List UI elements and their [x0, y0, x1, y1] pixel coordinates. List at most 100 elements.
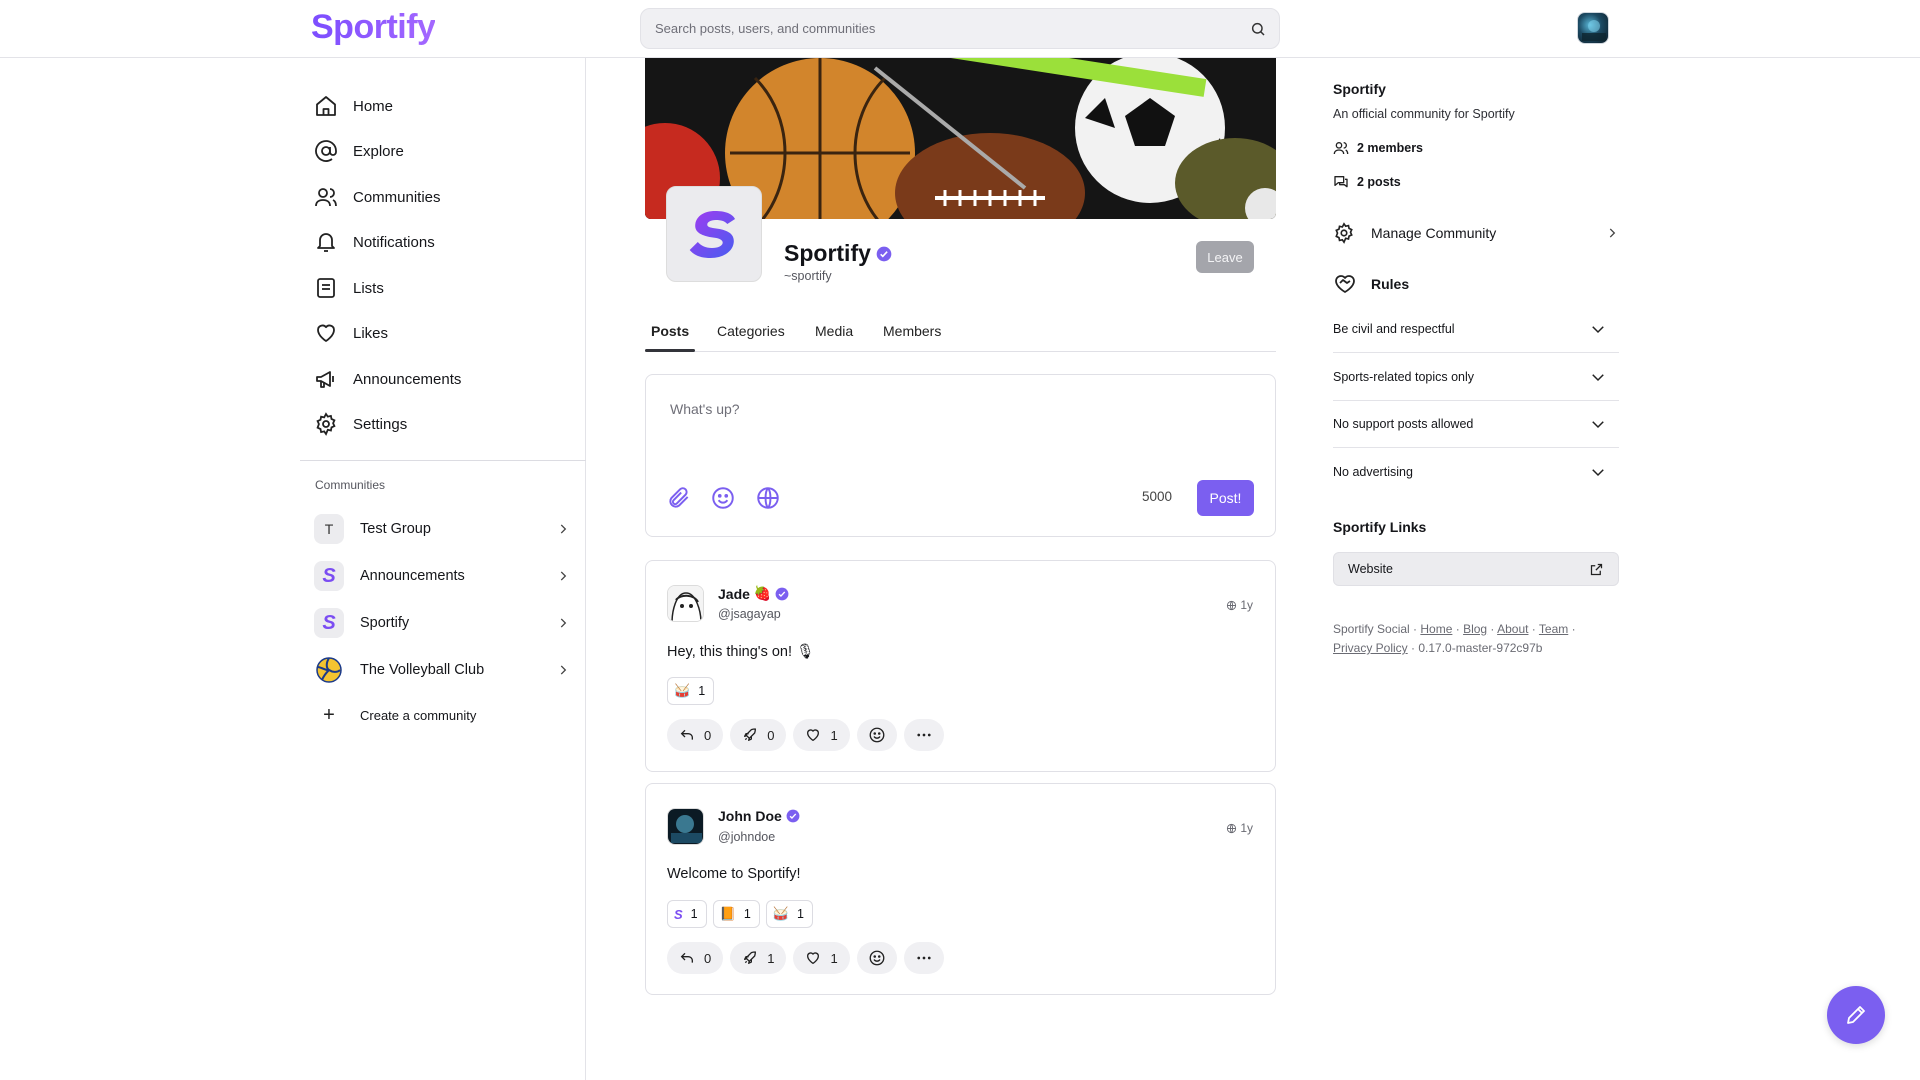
- bell-icon: [314, 230, 338, 254]
- like-button[interactable]: 1: [793, 942, 850, 974]
- reply-button[interactable]: 0: [667, 942, 724, 974]
- post-time-text: 1y: [1240, 821, 1253, 835]
- verified-badge-icon: [876, 246, 892, 262]
- footer-link-about[interactable]: About: [1497, 622, 1528, 636]
- repost-button[interactable]: 0: [730, 719, 787, 751]
- author-name[interactable]: Jade 🍓: [718, 585, 789, 602]
- rule-item[interactable]: No advertising: [1333, 448, 1619, 496]
- more-options-button[interactable]: [903, 719, 944, 751]
- user-avatar[interactable]: [1577, 12, 1609, 44]
- nav-home[interactable]: Home: [314, 89, 393, 123]
- rule-item[interactable]: Be civil and respectful: [1333, 305, 1619, 353]
- post-timestamp[interactable]: 1y: [1226, 821, 1253, 835]
- like-button[interactable]: 1: [793, 719, 850, 751]
- reaction-list: 🥁 1: [667, 677, 720, 705]
- post-card[interactable]: John Doe @johndoe 1y Welcome to Sportify…: [645, 783, 1276, 995]
- footer-link-blog[interactable]: Blog: [1463, 622, 1487, 636]
- reaction-chip[interactable]: 🥁 1: [667, 677, 715, 705]
- author-name-text: John Doe: [718, 808, 782, 824]
- nav-explore[interactable]: Explore: [314, 134, 404, 168]
- nav-settings[interactable]: Settings: [314, 407, 407, 441]
- rocket-icon: [742, 727, 758, 743]
- compose-fab-button[interactable]: [1827, 986, 1885, 1044]
- more-horizontal-icon: [915, 949, 933, 967]
- more-options-button[interactable]: [903, 942, 944, 974]
- tab-media[interactable]: Media: [815, 323, 853, 339]
- tab-posts[interactable]: Posts: [651, 323, 689, 339]
- community-avatar: S: [314, 608, 344, 638]
- heart-icon: [805, 950, 821, 966]
- character-count: 5000: [1142, 489, 1173, 504]
- rule-item[interactable]: No support posts allowed: [1333, 400, 1619, 448]
- footer-link-team[interactable]: Team: [1539, 622, 1568, 636]
- react-button[interactable]: [856, 719, 897, 751]
- tab-members[interactable]: Members: [883, 323, 941, 339]
- community-item-label: Announcements: [360, 568, 465, 584]
- reply-icon: [679, 950, 695, 966]
- chevron-right-icon: [556, 616, 570, 630]
- chevron-right-icon: [1605, 226, 1619, 240]
- app-logo[interactable]: Sportify: [311, 8, 436, 47]
- rule-text: No advertising: [1333, 465, 1413, 479]
- reaction-emoji: 📙: [719, 906, 736, 921]
- author-name[interactable]: John Doe: [718, 808, 800, 824]
- emoji-icon[interactable]: [710, 485, 736, 511]
- globe-icon[interactable]: [755, 485, 781, 511]
- rule-item[interactable]: Sports-related topics only: [1333, 353, 1619, 401]
- reaction-chip[interactable]: S 1: [667, 900, 707, 928]
- post-card[interactable]: Jade 🍓 @jsagayap 1y Hey, this thing's on…: [645, 560, 1276, 772]
- search-icon[interactable]: [1250, 21, 1266, 37]
- react-button[interactable]: [856, 942, 897, 974]
- manage-community-button[interactable]: Manage Community: [1333, 218, 1619, 248]
- nav-home-label: Home: [353, 97, 394, 115]
- nav-notifications[interactable]: Notifications: [314, 225, 435, 259]
- author-handle[interactable]: @johndoe: [718, 830, 775, 844]
- reaction-chip[interactable]: 📙 1: [712, 900, 760, 928]
- author-avatar[interactable]: [667, 585, 704, 622]
- footer-link-privacy[interactable]: Privacy Policy: [1333, 641, 1408, 655]
- create-community-button[interactable]: + Create a community: [314, 701, 476, 729]
- author-avatar[interactable]: [667, 808, 704, 845]
- chevron-down-icon: [1589, 320, 1607, 338]
- repost-button[interactable]: 1: [730, 942, 787, 974]
- nav-lists[interactable]: Lists: [314, 271, 384, 305]
- footer-link-home[interactable]: Home: [1420, 622, 1452, 636]
- tab-categories[interactable]: Categories: [717, 323, 785, 339]
- search-bar[interactable]: [640, 8, 1280, 49]
- reaction-count: 1: [743, 907, 751, 921]
- search-input[interactable]: [655, 9, 1235, 48]
- community-item-volleyball-club[interactable]: The Volleyball Club: [314, 653, 572, 687]
- gear-icon: [1333, 222, 1355, 244]
- composer-input[interactable]: [670, 401, 1250, 451]
- community-name: Sportify: [784, 240, 871, 266]
- leave-button[interactable]: Leave: [1196, 241, 1254, 273]
- post-count-text: 2 posts: [1357, 175, 1401, 189]
- footer-version: 0.17.0-master-972c97b: [1418, 641, 1543, 655]
- reaction-chip[interactable]: 🥁 1: [765, 900, 813, 928]
- website-link-label: Website: [1348, 562, 1393, 576]
- nav-explore-label: Explore: [353, 142, 404, 160]
- about-description: An official community for Sportify: [1333, 107, 1515, 121]
- community-item-label: The Volleyball Club: [360, 662, 485, 678]
- reaction-emoji: 🥁: [674, 683, 691, 698]
- reply-button[interactable]: 0: [667, 719, 724, 751]
- rule-text: Sports-related topics only: [1333, 369, 1475, 384]
- nav-communities[interactable]: Communities: [314, 180, 441, 214]
- paperclip-icon[interactable]: [666, 485, 692, 511]
- community-avatar: S: [314, 561, 344, 591]
- author-name-text: Jade: [718, 585, 750, 602]
- community-item-announcements[interactable]: S Announcements: [314, 559, 572, 593]
- nav-announcements[interactable]: Announcements: [314, 362, 461, 396]
- community-title: Sportify: [784, 240, 892, 267]
- nav-communities-label: Communities: [353, 188, 441, 206]
- website-link-button[interactable]: Website: [1333, 552, 1619, 586]
- member-count[interactable]: 2 members: [1333, 140, 1423, 156]
- post-button[interactable]: Post!: [1197, 480, 1254, 516]
- rules-heading-text: Rules: [1371, 276, 1410, 292]
- post-timestamp[interactable]: 1y: [1226, 598, 1253, 612]
- community-item-test-group[interactable]: T Test Group: [314, 512, 572, 546]
- community-item-sportify[interactable]: S Sportify: [314, 606, 572, 640]
- author-handle[interactable]: @jsagayap: [718, 607, 781, 621]
- nav-likes[interactable]: Likes: [314, 316, 388, 350]
- megaphone-icon: [314, 367, 338, 391]
